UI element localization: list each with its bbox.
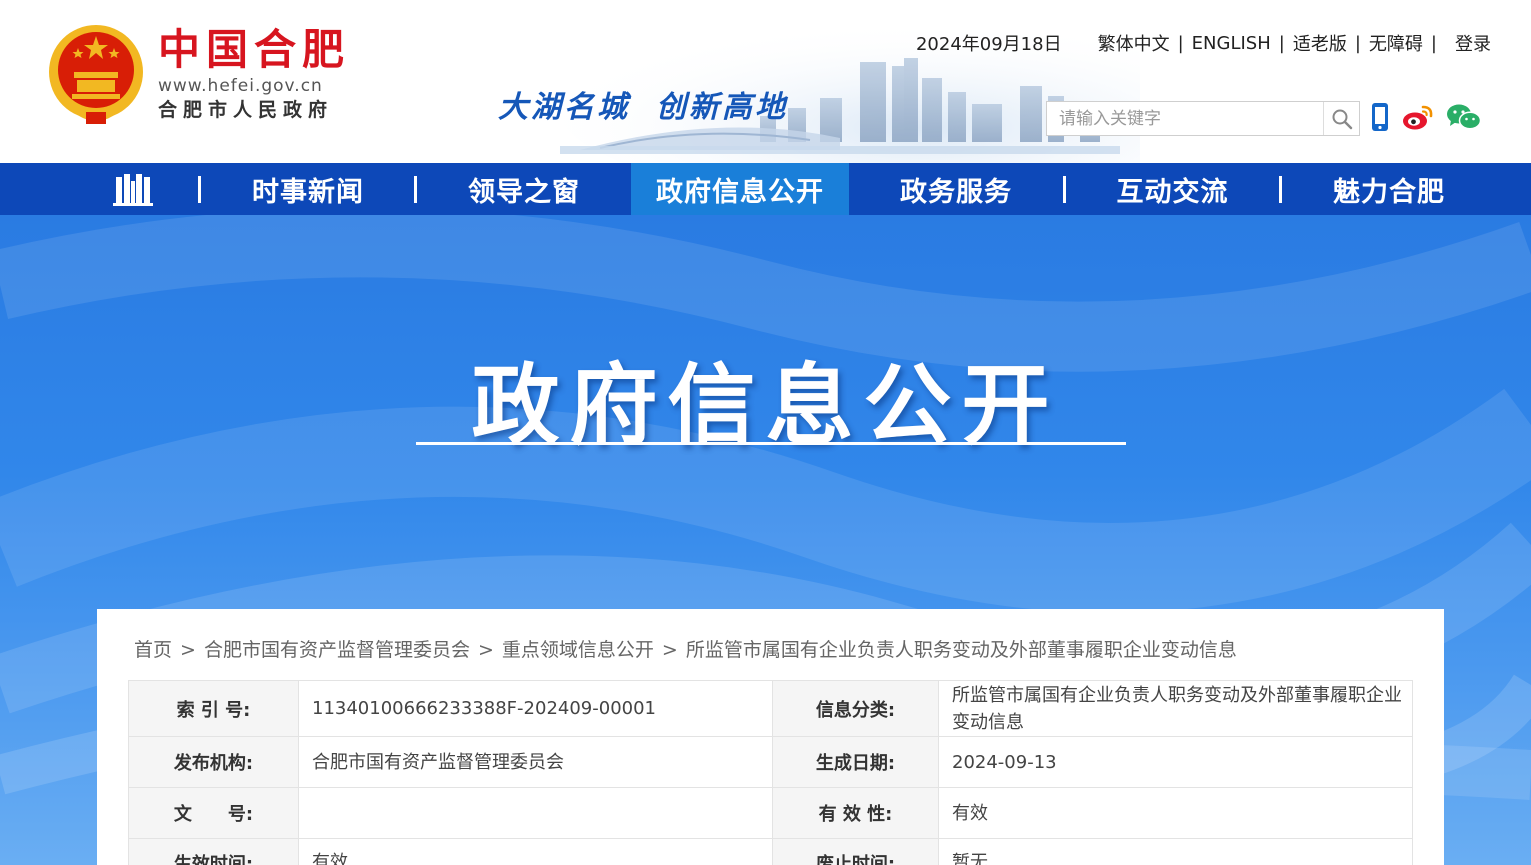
city-slogan: 大湖名城 创新高地 — [498, 82, 814, 126]
search-button[interactable] — [1323, 102, 1359, 135]
label-creation-date: 生成日期: — [772, 736, 939, 788]
search-icon — [1332, 109, 1352, 129]
main-navigation: 时事新闻 领导之窗 政府信息公开 政务服务 互动交流 魅力合肥 — [0, 163, 1531, 215]
table-row: 发布机构: 合肥市国有资产监督管理委员会 生成日期: 2024-09-13 — [128, 736, 1413, 788]
label-publisher: 发布机构: — [128, 736, 299, 788]
wechat-link[interactable] — [1446, 103, 1482, 131]
nav-item-leaders-window[interactable]: 领导之窗 — [417, 163, 631, 215]
link-separator: | — [1278, 32, 1285, 54]
link-separator: | — [1430, 32, 1437, 54]
search-input[interactable] — [1047, 102, 1323, 135]
content-card: 首页 > 合肥市国有资产监督管理委员会 > 重点领域信息公开 > 所监管市属国有企业负责人职… — [97, 609, 1444, 865]
breadcrumb-home[interactable]: 首页 — [134, 639, 172, 661]
search-box — [1046, 101, 1360, 136]
value-creation-date: 2024-09-13 — [938, 736, 1413, 788]
label-validity: 有 效 性: — [772, 787, 939, 839]
value-index-number: 11340100666233388F-202409-00001 — [298, 680, 773, 737]
logo-subtitle: 合肥市人民政府 — [158, 99, 334, 121]
breadcrumb: 首页 > 合肥市国有资产监督管理委员会 > 重点领域信息公开 > 所监管市属国有企业负责人职… — [134, 635, 1237, 662]
mobile-app-link[interactable] — [1370, 102, 1390, 132]
breadcrumb-current[interactable]: 所监管市属国有企业负责人职务变动及外部董事履职企业变动信息 — [686, 639, 1237, 661]
link-elderly-version[interactable]: 适老版 — [1293, 30, 1347, 56]
label-index-number: 索 引 号: — [128, 680, 299, 737]
breadcrumb-separator: > — [661, 639, 678, 661]
weibo-icon — [1403, 105, 1433, 130]
label-repeal-date: 废止时间: — [772, 838, 939, 865]
link-accessibility[interactable]: 无障碍 — [1369, 30, 1423, 56]
breadcrumb-key-areas[interactable]: 重点领域信息公开 — [502, 639, 654, 661]
logo-title: 中国合肥 — [158, 25, 351, 74]
weibo-link[interactable] — [1402, 103, 1434, 131]
link-separator: | — [1354, 32, 1361, 54]
nav-item-charming-hefei[interactable]: 魅力合肥 — [1282, 163, 1496, 215]
value-repeal-date: 暂无 — [938, 838, 1413, 865]
nav-item-gov-services[interactable]: 政务服务 — [849, 163, 1063, 215]
link-separator: | — [1177, 32, 1184, 54]
link-login[interactable]: 登录 — [1455, 30, 1491, 56]
value-publisher: 合肥市国有资产监督管理委员会 — [298, 736, 773, 788]
site-logo[interactable]: 中国合肥 www.hefei.gov.cn 合肥市人民政府 — [158, 26, 350, 122]
breadcrumb-separator: > — [477, 639, 494, 661]
link-english[interactable]: ENGLISH — [1192, 33, 1271, 54]
value-document-number — [298, 787, 773, 839]
nav-item-current-news[interactable]: 时事新闻 — [202, 163, 414, 215]
label-document-number: 文 号: — [128, 787, 299, 839]
national-emblem-icon — [49, 25, 143, 124]
home-building-icon — [113, 174, 153, 206]
slogan-part-2: 创新高地 — [656, 90, 788, 125]
breadcrumb-separator: > — [180, 639, 196, 661]
top-links: 2024年09月18日 繁体中文 | ENGLISH | 适老版 | 无障碍 |… — [916, 30, 1491, 56]
label-effective-date: 生效时间: — [128, 838, 299, 865]
slogan-part-1: 大湖名城 — [498, 90, 630, 125]
nav-item-gov-info-disclosure[interactable]: 政府信息公开 — [631, 163, 849, 215]
table-row: 索 引 号: 11340100666233388F-202409-00001 信… — [128, 680, 1413, 737]
wechat-icon — [1447, 104, 1482, 130]
document-metadata-table: 索 引 号: 11340100666233388F-202409-00001 信… — [128, 680, 1413, 865]
nav-divider — [198, 176, 201, 203]
value-info-category: 所监管市属国有企业负责人职务变动及外部董事履职企业变动信息 — [938, 680, 1413, 737]
current-date: 2024年09月18日 — [915, 34, 1062, 55]
table-row: 生效时间: 有效 废止时间: 暂无 — [128, 838, 1413, 865]
nav-item-interaction[interactable]: 互动交流 — [1066, 163, 1279, 215]
value-validity: 有效 — [938, 787, 1413, 839]
breadcrumb-sasac[interactable]: 合肥市国有资产监督管理委员会 — [204, 639, 470, 661]
site-header: 中国合肥 www.hefei.gov.cn 合肥市人民政府 大湖名城 创新高地 2… — [0, 0, 1531, 163]
label-info-category: 信息分类: — [772, 680, 939, 737]
logo-domain: www.hefei.gov.cn — [158, 76, 323, 96]
table-row: 文 号: 有 效 性: 有效 — [128, 787, 1413, 839]
nav-home[interactable] — [112, 171, 154, 207]
banner-title-underline — [416, 442, 1126, 445]
value-effective-date: 有效 — [298, 838, 773, 865]
social-links — [1370, 102, 1482, 132]
mobile-icon — [1372, 103, 1388, 131]
link-traditional-chinese[interactable]: 繁体中文 — [1098, 30, 1170, 56]
